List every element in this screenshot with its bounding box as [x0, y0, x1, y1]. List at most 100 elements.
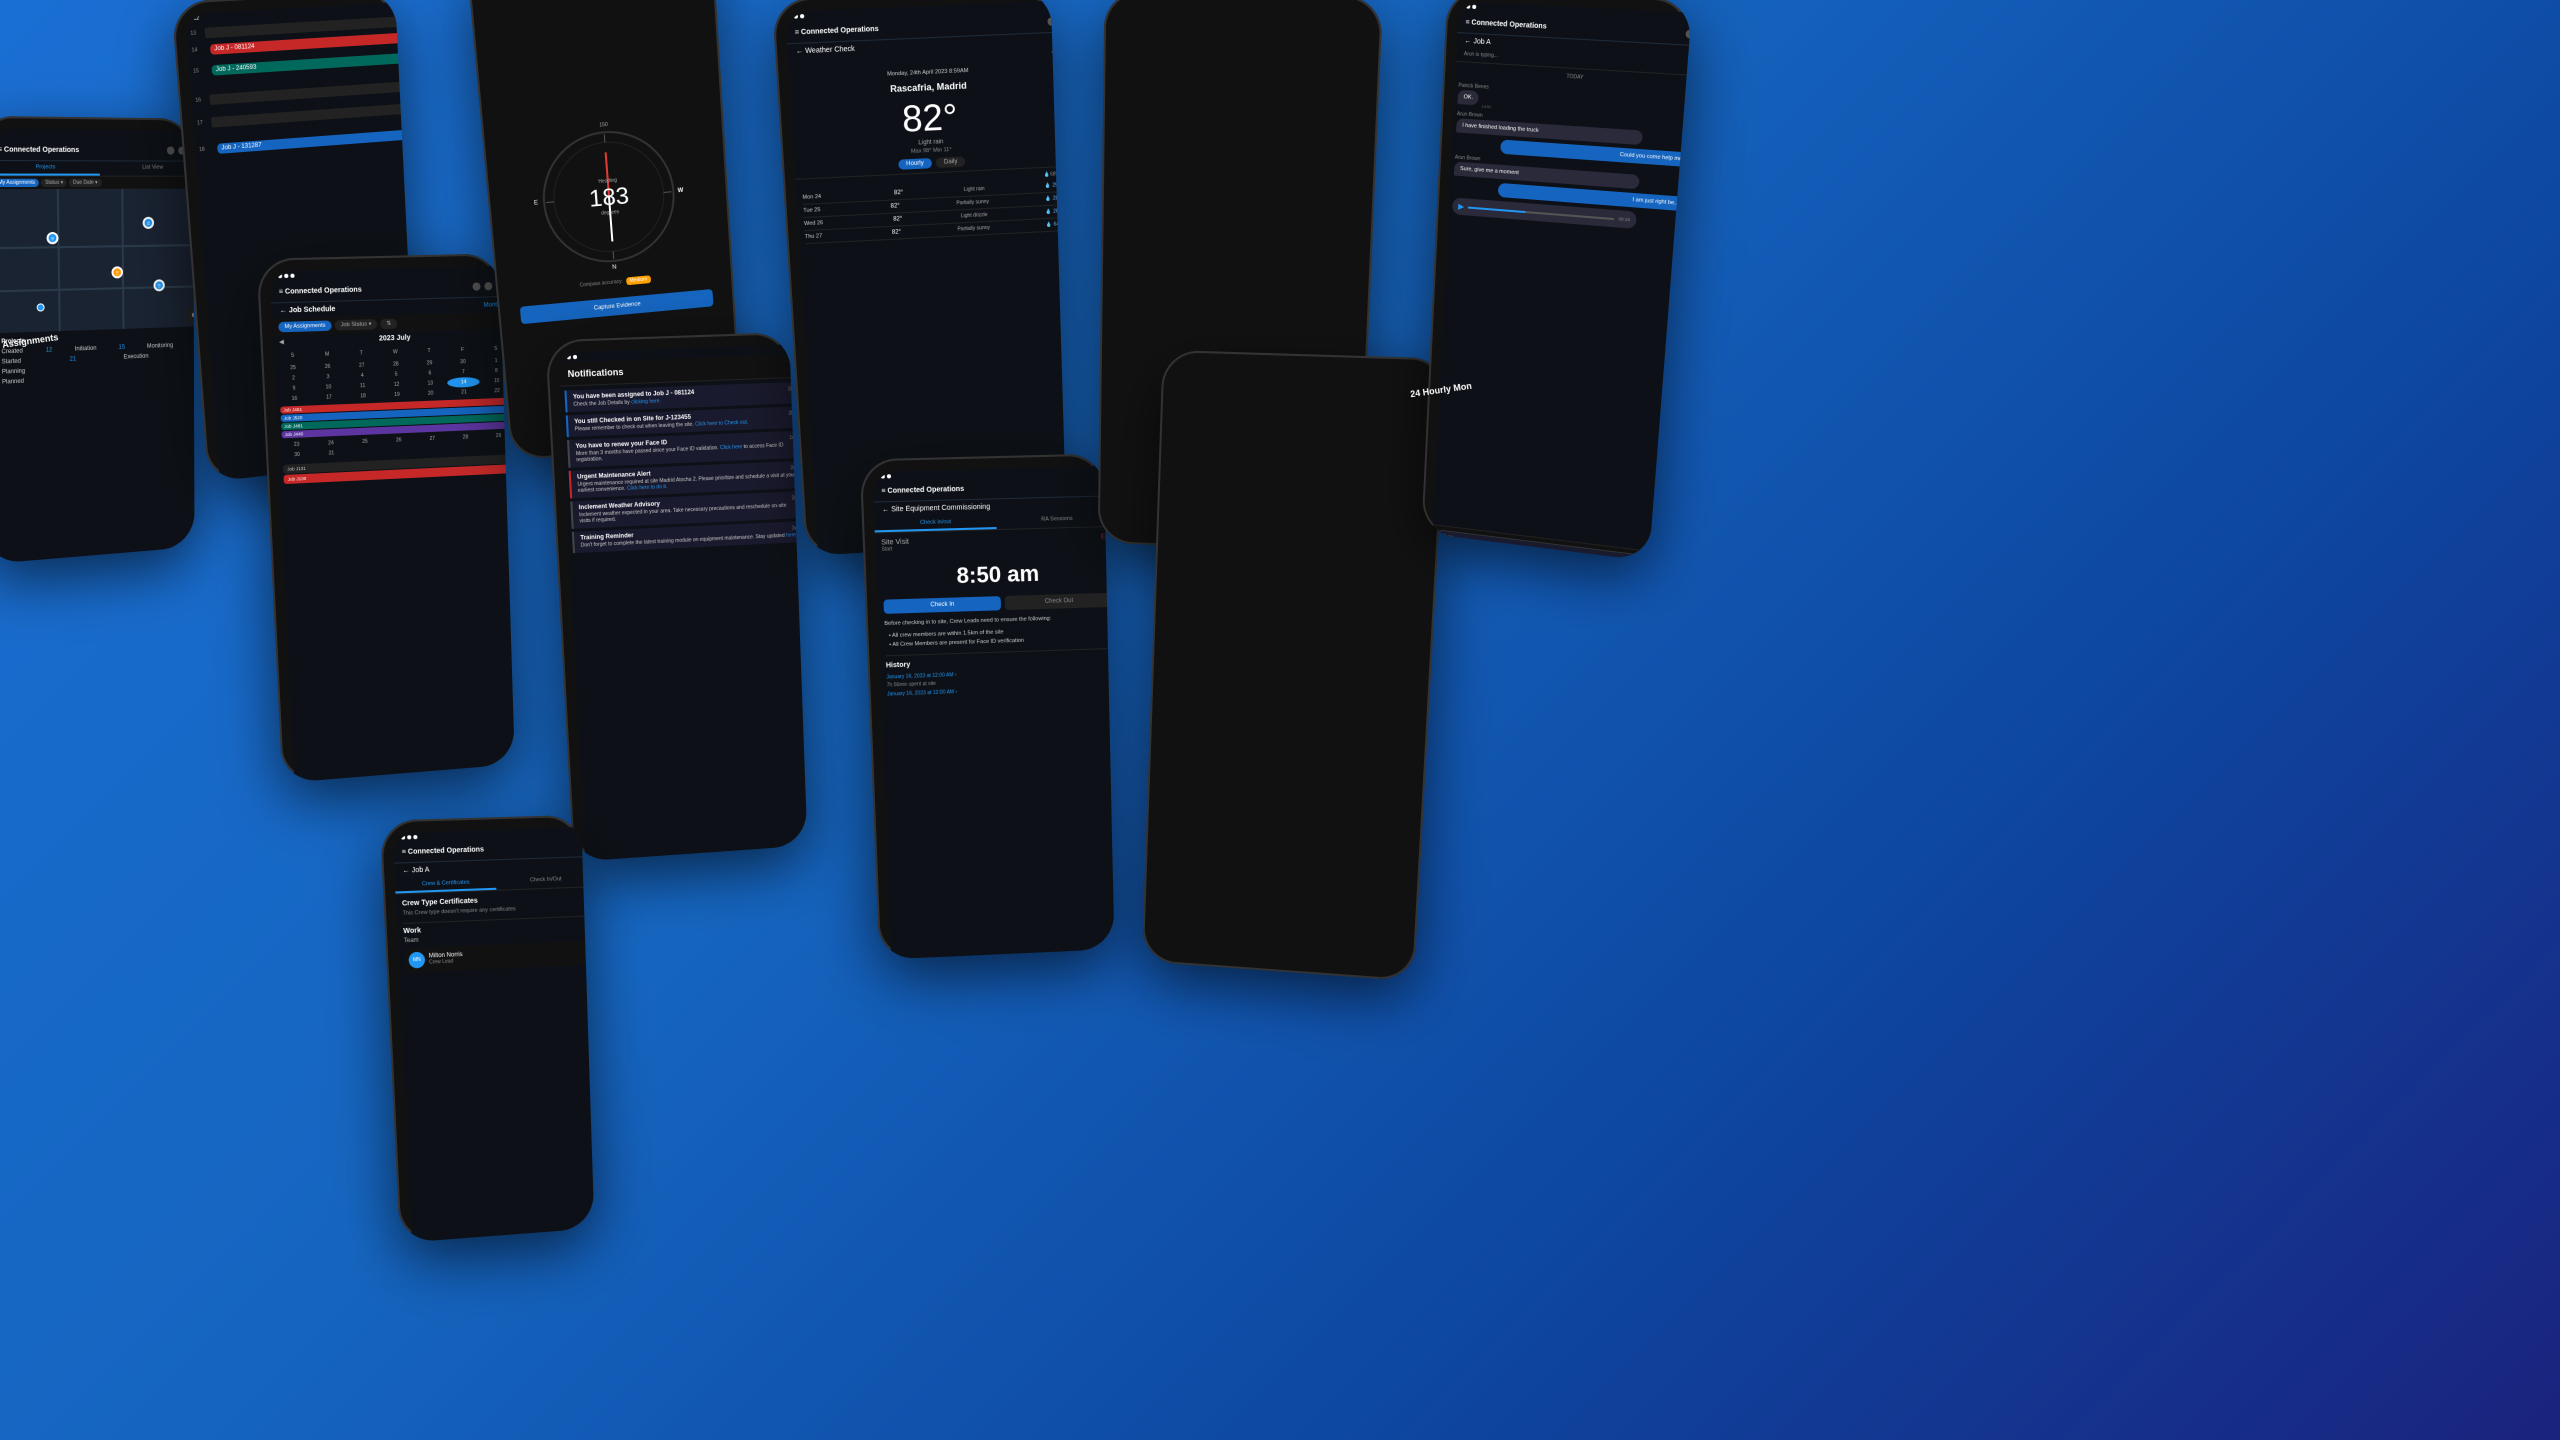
app-title-11: ≡ Connected Operations [1465, 18, 1547, 30]
tab-hourly[interactable]: Hourly [898, 158, 932, 170]
cal-31[interactable]: 31 [315, 448, 349, 460]
monitoring-label: Monitoring [147, 343, 173, 350]
play-icon[interactable]: ▶ [1458, 202, 1464, 211]
vest-strap-2 [1245, 363, 1388, 370]
phone-chat: ≡ Connected Operations ← Job A Arun is t… [1421, 0, 1692, 561]
cal-26b[interactable]: 26 [382, 435, 415, 446]
app-title-1: ≡ Connected Operations [0, 146, 79, 154]
capture-evidence-btn[interactable]: Capture Evidence [520, 289, 714, 324]
cal-21[interactable]: 21 [448, 387, 481, 398]
status-time-2: 12 [193, 15, 199, 22]
battery-dot-3 [290, 274, 294, 278]
crew-section: Crew Type Certificates This Crew type do… [395, 887, 594, 979]
site-visit-section: Site Visit End Start 8:50 am Check In Ch… [875, 527, 1115, 704]
cal-27b[interactable]: 27 [416, 433, 449, 444]
vest-strap-1 [1259, 363, 1374, 371]
pin-dot-6 [407, 835, 411, 839]
app-title-8: ≡ Connected Operations [881, 486, 964, 495]
execution-label: Execution [124, 354, 149, 361]
cal-18[interactable]: 18 [346, 391, 379, 402]
main-temp-value: 82° [901, 95, 958, 140]
bell-icon[interactable] [167, 146, 175, 154]
check-in-btn[interactable]: Check In [883, 596, 1001, 614]
status-icons-8 [881, 474, 891, 478]
status-icons-5 [567, 355, 578, 360]
status-icons-3 [278, 274, 295, 279]
heading-value: 183 [588, 185, 630, 212]
phone-site-equipment: ≡ Connected Operations ← Site Equipment … [860, 453, 1115, 959]
current-month: 2023 July [379, 334, 411, 342]
cal-28b[interactable]: 28 [449, 432, 481, 443]
planned-label: Planned [2, 379, 24, 386]
app-title-6: ≡ Connected Operations [402, 846, 485, 856]
cal-19[interactable]: 19 [380, 389, 413, 400]
wifi-dot-7 [800, 14, 804, 18]
face-circle [1199, 5, 1310, 8]
cal-30b[interactable]: 30 [280, 449, 314, 461]
settings-dot-6 [413, 835, 417, 839]
map-pin-3[interactable]: ☰ [153, 279, 164, 291]
map-area[interactable]: ☰ ☰ ☰ ☰ ⊕ [0, 189, 194, 334]
cal-17[interactable]: 17 [312, 392, 346, 403]
wifi-dot-5 [567, 355, 571, 359]
initiation-count: 15 [119, 345, 125, 351]
location-dot [37, 303, 45, 311]
day-header-s1: S [275, 350, 309, 361]
prev-month-btn[interactable]: ◀ [279, 338, 284, 345]
compass-accuracy-value: Medium [626, 275, 652, 285]
face-target-circle [1223, 3, 1287, 10]
location-text: Rascafria, Madrid [890, 80, 967, 94]
check-out-btn[interactable]: Check Out [1005, 593, 1113, 610]
job-row-18b: 18 Job J - 131287 [199, 128, 410, 158]
initiation-label: Initiation [75, 346, 97, 353]
cal-25b[interactable]: 25 [348, 436, 381, 448]
status-icons-7 [794, 14, 805, 19]
bell-icon-3[interactable] [472, 282, 480, 290]
filter-chip-status[interactable]: Job Status ▾ [334, 319, 377, 331]
msg-patrick-time: 14:51 [1481, 104, 1491, 110]
audio-waveform [1468, 206, 1615, 220]
notif-dot-11 [1466, 4, 1470, 8]
faceid-bg: ✕ [1116, 3, 1383, 10]
schedule-title: ← Job Schedule [280, 306, 336, 315]
created-count: 12 [46, 347, 53, 353]
tab-list-view[interactable]: List View [100, 161, 195, 175]
cal-20[interactable]: 20 [414, 388, 447, 399]
day-header-w: W [379, 347, 412, 358]
audio-time: 00:18 [1618, 216, 1630, 222]
forecast-day-3: Thu 27 [805, 233, 836, 241]
phone-crew-certs: ≡ Connected Operations ← Job A Crew & Ce… [380, 815, 595, 1243]
notif-dot-7 [794, 14, 798, 18]
job-item-240593[interactable]: Job J - 240593 [211, 53, 402, 75]
tab-bar-1: Projects List View [0, 161, 194, 177]
day-header-t2: T [413, 346, 446, 357]
filter-bar: My Assignments Status ▾ Due Date ▾ [0, 177, 194, 190]
locate-button[interactable]: ⊕ [186, 307, 194, 323]
wifi-dot-8 [887, 474, 891, 478]
battery-dot-5 [573, 355, 577, 359]
compass-reading: Heading 183 degrees [588, 177, 631, 218]
filter-chip-sort[interactable]: ⇅ [380, 318, 397, 329]
forecast-condition-3: Partially sunny [957, 225, 990, 233]
map-pin-4[interactable]: ☰ [143, 217, 154, 229]
filter-chip-assignments[interactable]: My Assignments [278, 320, 332, 332]
status-icons-6 [401, 835, 418, 840]
notif-dot-3 [278, 274, 282, 278]
wifi-dot-3 [284, 274, 288, 278]
history-date-1: January 16, 2023 at 12:00 AM › [886, 672, 956, 680]
team-member-row[interactable]: MN Milton Norris Crew Lead › [404, 940, 592, 972]
filter-status[interactable]: Status ▾ [41, 179, 67, 187]
worker-helmet [1290, 363, 1342, 368]
map-pin-1[interactable]: ☰ [46, 232, 58, 244]
pin-icon-3[interactable] [484, 282, 492, 290]
status-icons-11 [1466, 4, 1476, 9]
cal-16[interactable]: 16 [278, 393, 312, 405]
forecast-temp-1: 82° [890, 203, 899, 209]
filter-due-date[interactable]: Due Date ▾ [69, 179, 101, 187]
started-label: Started [2, 359, 21, 366]
tab-daily[interactable]: Daily [936, 156, 966, 168]
filter-my-assignments[interactable]: My Assignments [0, 179, 39, 187]
tab-projects[interactable]: Projects [0, 161, 100, 176]
cal-7[interactable]: 7 [447, 367, 480, 378]
job-item-131287[interactable]: Job J - 131287 [217, 130, 406, 154]
